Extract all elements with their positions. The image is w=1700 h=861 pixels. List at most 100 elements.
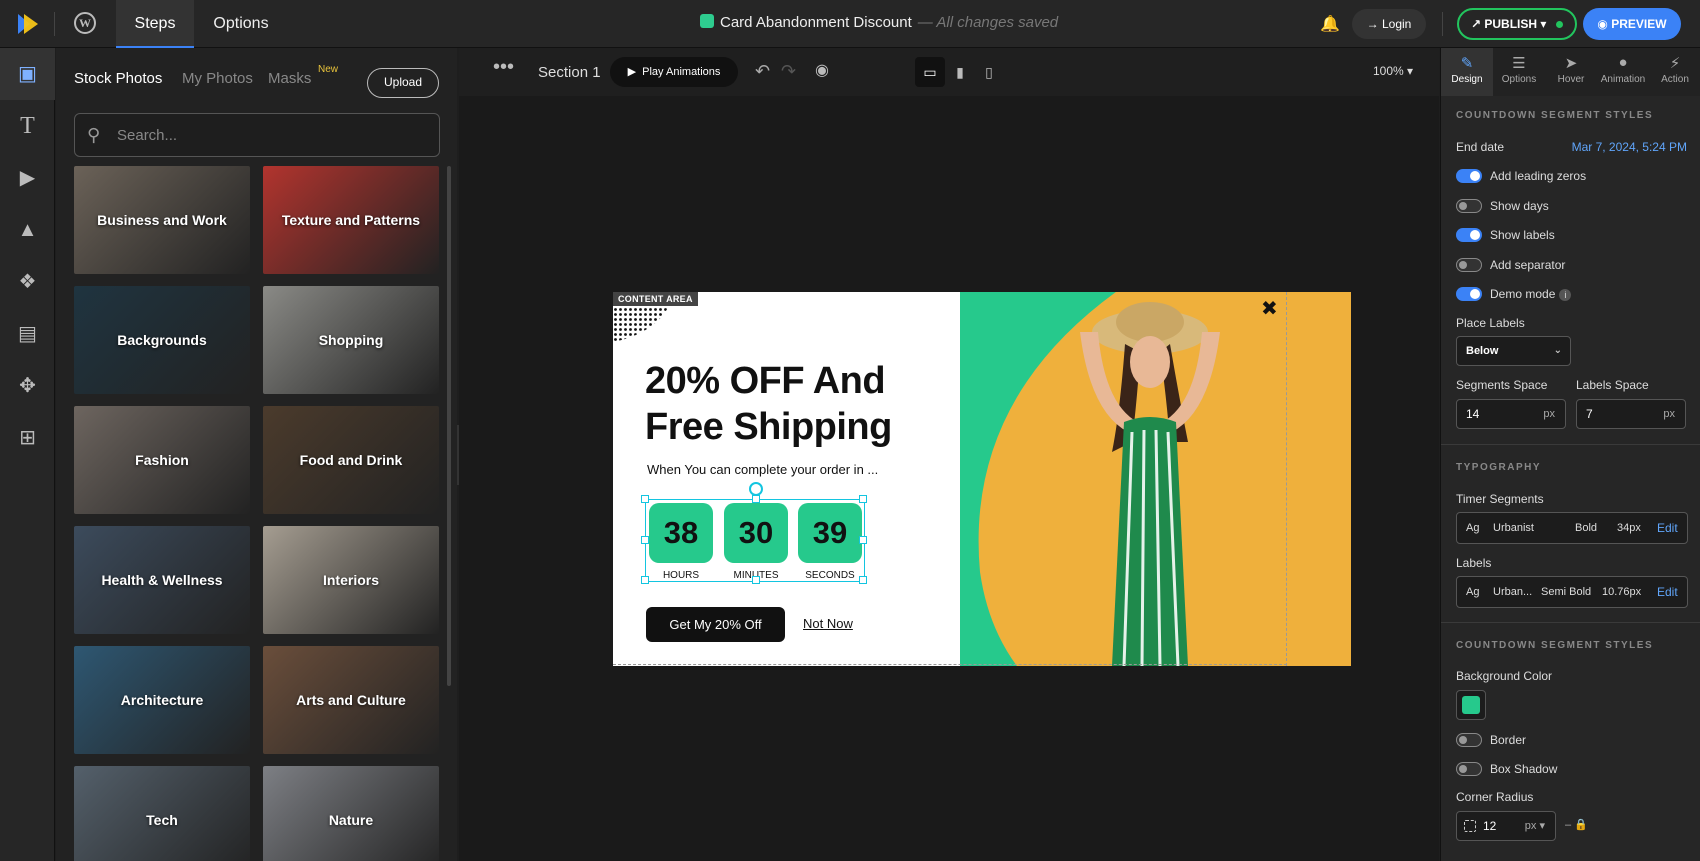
place-labels-select[interactable]: Below ⌄ — [1456, 336, 1571, 366]
segments-space-input[interactable]: 14 px — [1456, 399, 1566, 429]
popup-image-area[interactable] — [960, 292, 1351, 666]
document-title-area: Card Abandonment Discount — All changes s… — [700, 14, 1058, 34]
tab-stock-photos[interactable]: Stock Photos — [74, 70, 162, 87]
photo-category-tile[interactable]: Tech — [74, 766, 250, 861]
corner-radius-value: 12 — [1483, 819, 1497, 833]
resize-handle[interactable] — [641, 536, 649, 544]
tablet-view-icon[interactable]: ▮ — [945, 57, 975, 87]
photo-category-tile[interactable]: Interiors — [263, 526, 439, 634]
preview-button[interactable]: ◉ PREVIEW — [1583, 8, 1681, 40]
add-icon[interactable]: ⊞ — [0, 412, 55, 464]
hide-icon[interactable]: ◉ — [815, 60, 829, 80]
resize-handle[interactable] — [752, 495, 760, 503]
labels-space-input[interactable]: 7 px — [1576, 399, 1686, 429]
play-animations-button[interactable]: ▶ Play Animations — [610, 57, 738, 87]
photo-category-tile[interactable]: Health & Wellness — [74, 526, 250, 634]
photo-category-tile[interactable]: Arts and Culture — [263, 646, 439, 754]
video-icon[interactable]: ▶ — [0, 152, 55, 204]
edit-timer-font-button[interactable]: Edit — [1657, 513, 1678, 543]
demo-mode-toggle[interactable] — [1456, 287, 1482, 301]
photo-category-label: Nature — [328, 812, 374, 828]
text-icon[interactable]: T — [0, 100, 55, 152]
app-logo-icon[interactable] — [14, 12, 40, 36]
form-icon[interactable]: ▤ — [0, 308, 55, 360]
photo-category-tile[interactable]: Fashion — [74, 406, 250, 514]
countdown-timer[interactable]: 38 30 39 HOURS MINUTES SECONDS — [641, 482, 867, 584]
popup-preview[interactable]: CONTENT AREA 20% OFF And Free Shipping W… — [613, 292, 1351, 666]
photo-category-tile[interactable]: Backgrounds — [74, 286, 250, 394]
photo-category-tile[interactable]: Texture and Patterns — [263, 166, 439, 274]
background-color-swatch[interactable] — [1456, 690, 1486, 720]
box-shadow-toggle[interactable] — [1456, 762, 1482, 776]
publish-status-dot — [1556, 21, 1563, 28]
corner-radius-input[interactable]: 12 px ▾ — [1456, 811, 1556, 841]
image-icon[interactable]: ▣ — [0, 48, 55, 100]
publish-button[interactable]: ↗ PUBLISH ▾ — [1457, 8, 1577, 40]
tab-design-label: Design — [1451, 74, 1483, 85]
safe-area-guide — [1286, 292, 1287, 666]
zoom-value: 100% — [1373, 64, 1404, 78]
tab-options[interactable]: Options — [200, 0, 282, 48]
more-icon[interactable]: ••• — [493, 56, 514, 79]
tab-steps[interactable]: Steps — [116, 0, 194, 48]
show-labels-toggle[interactable] — [1456, 228, 1482, 242]
tab-action[interactable]: ⚡ Action — [1649, 48, 1700, 96]
tab-hover[interactable]: ➤ Hover — [1545, 48, 1597, 96]
photo-category-tile[interactable]: Nature — [263, 766, 439, 861]
add-separator-toggle[interactable] — [1456, 258, 1482, 272]
sliders-icon: ☰ — [1512, 55, 1526, 72]
tab-animation[interactable]: ● Animation — [1597, 48, 1649, 96]
resize-handle[interactable] — [859, 536, 867, 544]
resize-handle[interactable] — [859, 495, 867, 503]
photo-category-tile[interactable]: Architecture — [74, 646, 250, 754]
edit-labels-font-button[interactable]: Edit — [1657, 577, 1678, 607]
popup-headline[interactable]: 20% OFF And Free Shipping — [645, 358, 945, 450]
tab-options-panel[interactable]: ☰ Options — [1493, 48, 1545, 96]
mobile-view-icon[interactable]: ▯ — [974, 57, 1004, 87]
tab-masks[interactable]: Masks — [268, 70, 311, 87]
zoom-level[interactable]: 100% ▾ — [1373, 64, 1413, 78]
scrollbar[interactable] — [447, 166, 451, 686]
photo-category-label: Business and Work — [97, 212, 227, 228]
move-icon[interactable]: ✥ — [0, 360, 55, 412]
elements-icon[interactable]: ❖ — [0, 256, 55, 308]
document-title[interactable]: Card Abandonment Discount — [720, 14, 912, 31]
bell-icon[interactable]: 🔔 — [1320, 14, 1340, 34]
undo-icon[interactable]: ↶ — [755, 61, 770, 82]
rotate-icon[interactable] — [749, 482, 763, 496]
redo-icon[interactable]: ↷ — [781, 61, 796, 82]
resize-handle[interactable] — [641, 576, 649, 584]
photo-category-tile[interactable]: Shopping — [263, 286, 439, 394]
labels-font-row[interactable]: Ag Urban... Semi Bold 10.76px Edit — [1456, 576, 1688, 608]
desktop-view-icon[interactable]: ▭ — [915, 57, 945, 87]
tab-design[interactable]: ✎ Design — [1441, 48, 1493, 96]
wordpress-icon[interactable]: W — [74, 12, 96, 34]
close-icon[interactable]: ✖ — [1261, 296, 1278, 321]
timer-font-row[interactable]: Ag Urbanist Bold 34px Edit — [1456, 512, 1688, 544]
show-days-toggle[interactable] — [1456, 199, 1482, 213]
photo-category-tile[interactable]: Food and Drink — [263, 406, 439, 514]
resize-handle[interactable] — [641, 495, 649, 503]
lock-icon[interactable]: – 🔒 — [1565, 818, 1588, 831]
shapes-icon[interactable]: ▲ — [0, 204, 55, 256]
end-date-value[interactable]: Mar 7, 2024, 5:24 PM — [1572, 140, 1687, 154]
upload-button[interactable]: Upload — [367, 68, 439, 98]
model-photo — [1080, 302, 1220, 666]
border-toggle[interactable] — [1456, 733, 1482, 747]
info-icon[interactable]: i — [1559, 289, 1572, 301]
leading-zeros-toggle[interactable] — [1456, 169, 1482, 183]
popup-subline[interactable]: When You can complete your order in ... — [647, 462, 878, 477]
resize-handle[interactable] — [752, 576, 760, 584]
section-label[interactable]: Section 1 — [538, 64, 601, 81]
section-title-countdown: COUNTDOWN SEGMENT STYLES — [1456, 110, 1654, 121]
tab-my-photos[interactable]: My Photos — [182, 70, 253, 87]
photo-category-tile[interactable]: Business and Work — [74, 166, 250, 274]
unit-label[interactable]: px ▾ — [1525, 812, 1545, 840]
search-input[interactable] — [117, 122, 417, 148]
cta-button[interactable]: Get My 20% Off — [646, 607, 785, 642]
popup-content-area[interactable]: CONTENT AREA 20% OFF And Free Shipping W… — [613, 292, 960, 666]
photo-category-label: Arts and Culture — [296, 692, 406, 708]
not-now-link[interactable]: Not Now — [803, 616, 853, 631]
login-button[interactable]: → Login — [1352, 9, 1426, 39]
resize-handle[interactable] — [859, 576, 867, 584]
